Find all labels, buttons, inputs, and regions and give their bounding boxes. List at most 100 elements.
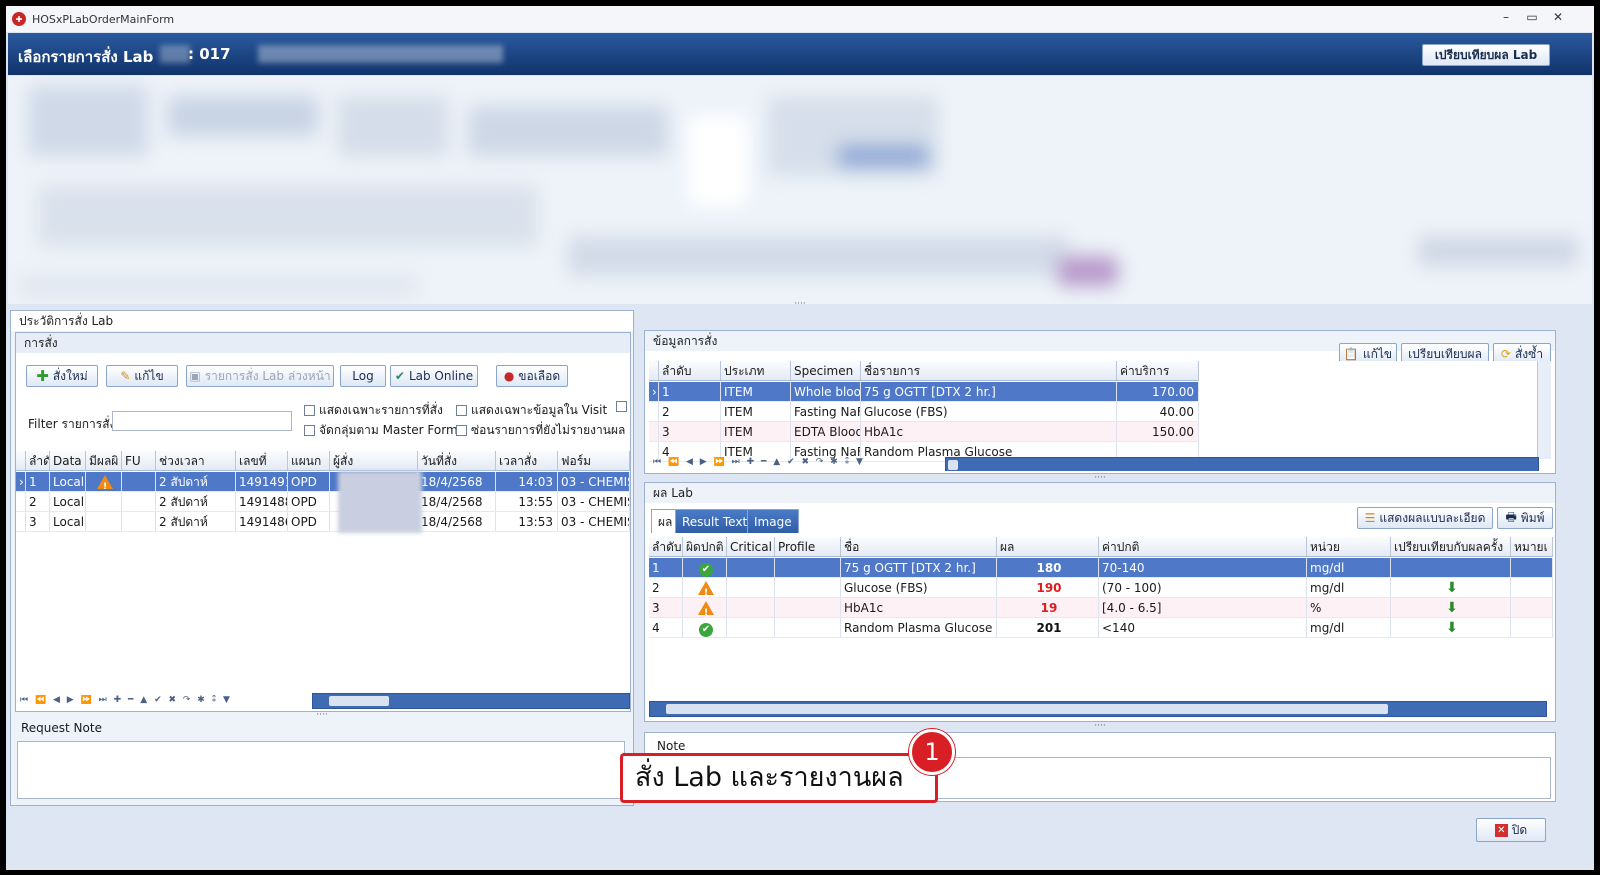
cell-type: ITEM [721, 402, 791, 421]
cell-name: 75 g OGTT [DTX 2 hr.] [861, 382, 1117, 401]
order-items-vscroll[interactable] [1537, 361, 1551, 459]
table-row[interactable]: 2 Local 2 สัปดาห์ 1491488 OPD 18/4/2568 13:55 0… [16, 492, 630, 512]
splitter-history[interactable]: ···· [11, 711, 633, 720]
cell-unit: mg/dl [1307, 618, 1391, 637]
col-department[interactable]: แผนก [288, 451, 330, 470]
pencil-icon: ✎ [120, 369, 131, 383]
order-items-hscroll[interactable] [945, 457, 1539, 471]
check-only-visit[interactable]: แสดงเฉพาะข้อมูลใน Visit [456, 401, 607, 420]
request-blood-button[interactable]: ● ขอเลือด [496, 365, 568, 387]
scroll-thumb[interactable] [948, 460, 958, 470]
col-compare[interactable]: เปรียบเทียบกับผลครั้ง [1391, 537, 1511, 556]
tab-result-text[interactable]: Result Text [675, 509, 755, 533]
col-abnormal[interactable]: มีผลผิ [86, 451, 122, 470]
col-value[interactable]: ผล [997, 537, 1099, 556]
check-hide-unreported[interactable]: ซ่อนรายการที่ยังไม่รายงานผล [456, 421, 625, 440]
table-row[interactable]: 3 Local 2 สัปดาห์ 1491486 OPD 18/4/2568 13:53 0… [16, 512, 630, 532]
col-type[interactable]: ประเภท [721, 361, 791, 380]
table-row[interactable]: 3 HbA1c19[4.0 - 6.5]% ⬇ [649, 598, 1553, 618]
scroll-thumb[interactable] [329, 696, 389, 706]
col-no[interactable]: ลำดับ [659, 361, 721, 380]
orders-grid[interactable]: ลำดั Data S มีผลผิ FU ช่วงเวลา เลขที่ แผ… [16, 451, 630, 711]
lab-result-grid[interactable]: ลำดับ ผิดปกติ Critical Profile ชื่อ ผล ค… [649, 537, 1553, 719]
checkbox[interactable] [304, 425, 315, 436]
filter-input[interactable] [112, 411, 292, 431]
maximize-button[interactable]: ▭ [1522, 10, 1542, 24]
table-row[interactable]: 2 ITEM Fasting NaF Glucose (FBS) 40.00 [649, 402, 1199, 422]
table-row[interactable]: 2 Glucose (FBS)190(70 - 100)mg/dl ⬇ [649, 578, 1553, 598]
redacted-orderer [338, 471, 422, 533]
col-ordered-by[interactable]: ผู้สั่ง [330, 451, 418, 470]
table-row[interactable]: 3 ITEM EDTA Blood HbA1c 150.00 [649, 422, 1199, 442]
col-name[interactable]: ชื่อ [841, 537, 997, 556]
col-number[interactable]: เลขที่ [236, 451, 288, 470]
col-unit[interactable]: หน่วย [1307, 537, 1391, 556]
col-no[interactable]: ลำดับ [649, 537, 683, 556]
check-group-master-form[interactable]: จัดกลุ่มตาม Master Form [304, 421, 458, 440]
lab-result-hscroll[interactable] [649, 701, 1547, 717]
col-specimen[interactable]: Specimen [791, 361, 861, 380]
title-bar: ✚ HOSxPLabOrderMainForm – ▭ ✕ [6, 6, 1594, 32]
detailed-result-button[interactable]: ☰ แสดงผลแบบละเอียด [1357, 507, 1493, 529]
row-indicator: › [649, 382, 659, 401]
edit-order-button[interactable]: ✎ แก้ไข [106, 365, 178, 387]
col-fu[interactable]: FU [122, 451, 156, 470]
checkbox[interactable] [304, 405, 315, 416]
col-normal-range[interactable]: ค่าปกติ [1099, 537, 1307, 556]
cell-no: 1 [659, 382, 721, 401]
check-circle-icon: ✔ [699, 563, 713, 577]
orders-grid-hscroll[interactable] [312, 693, 630, 709]
col-remark[interactable]: หมายเ [1511, 537, 1553, 556]
col-profile[interactable]: Profile [775, 537, 841, 556]
close-window-button[interactable]: ✕ [1548, 10, 1568, 24]
minimize-button[interactable]: – [1496, 10, 1516, 24]
window-title: HOSxPLabOrderMainForm [32, 12, 175, 26]
order-items-navigator[interactable]: ⏮ ⏪ ◀ ▶ ⏩ ⏭ ✚ ━ ▲ ✔ ✖ ↷ ✱ ⁑ ▼ [653, 457, 943, 471]
cell-name: 75 g OGTT [DTX 2 hr.] [841, 558, 997, 577]
checkbox[interactable] [456, 405, 467, 416]
tab-image[interactable]: Image [747, 509, 799, 533]
table-row[interactable]: 4 ✔ Random Plasma Glucose 201 <140 mg/dl ⬇ [649, 618, 1553, 638]
advance-order-button[interactable]: ▣ รายการสั่ง Lab ล่วงหน้า [186, 365, 334, 387]
col-item-name[interactable]: ชื่อรายการ [861, 361, 1117, 380]
scroll-thumb[interactable] [666, 704, 1388, 714]
splitter-result[interactable]: ···· [644, 722, 1556, 731]
cell-date: 18/4/2568 [418, 512, 496, 531]
col-data-source[interactable]: Data S [50, 451, 86, 470]
cell-profile [775, 578, 841, 597]
compare-lab-button[interactable]: เปรียบเทียบผล Lab [1422, 44, 1550, 66]
col-order-date[interactable]: วันที่สั่ง [418, 451, 496, 470]
splitter-top[interactable]: ···· [8, 300, 1592, 309]
col-order-time[interactable]: เวลาสั่ง [496, 451, 558, 470]
col-no[interactable]: ลำดั [26, 451, 50, 470]
print-button[interactable]: 🖶 พิมพ์ [1497, 507, 1553, 529]
request-note-input[interactable] [17, 741, 625, 799]
blood-drop-icon: ● [503, 369, 515, 383]
cell-form: 03 - CHEMIS [558, 472, 630, 491]
cell-name: Glucose (FBS) [841, 578, 997, 597]
checkbox[interactable] [616, 401, 627, 412]
orders-grid-navigator[interactable]: ⏮ ⏪ ◀ ▶ ⏩ ⏭ ✚ ━ ▲ ✔ ✖ ↷ ✱ ⁑ ▼ [20, 695, 310, 709]
order-items-grid[interactable]: ลำดับ ประเภท Specimen ชื่อรายการ ค่าบริก… [649, 361, 1553, 471]
lab-online-button[interactable]: ✔ Lab Online [390, 365, 478, 387]
table-row[interactable]: ›1ITEMWhole blood75 g OGTT [DTX 2 hr.]17… [649, 382, 1199, 402]
check-only-ordered[interactable]: แสดงเฉพาะรายการที่สั่ง [304, 401, 443, 420]
app-icon: ✚ [12, 12, 26, 26]
col-price[interactable]: ค่าบริการ [1117, 361, 1199, 380]
table-row[interactable]: ›1Local 2 สัปดาห์1491491OPD 18/4/256814:03… [16, 472, 630, 492]
log-button[interactable]: Log [340, 365, 386, 387]
cell-no: 3 [26, 512, 50, 531]
cell-form: 03 - CHEMIS [558, 492, 630, 511]
list-icon: ☰ [1364, 511, 1376, 525]
cell-abn [683, 598, 727, 617]
close-form-button[interactable]: ✕ ปิด [1476, 818, 1546, 842]
new-order-button[interactable]: ✚ สั่งใหม่ [26, 365, 98, 387]
checkbox[interactable] [456, 425, 467, 436]
col-abnormal[interactable]: ผิดปกติ [683, 537, 727, 556]
check-extra[interactable] [616, 401, 627, 412]
col-form[interactable]: ฟอร์ม [558, 451, 630, 470]
table-row[interactable]: 1 ✔ 75 g OGTT [DTX 2 hr.] 180 70-140 mg/dl [649, 558, 1553, 578]
redacted-patient-name [258, 45, 503, 63]
col-critical[interactable]: Critical [727, 537, 775, 556]
col-period[interactable]: ช่วงเวลา [156, 451, 236, 470]
